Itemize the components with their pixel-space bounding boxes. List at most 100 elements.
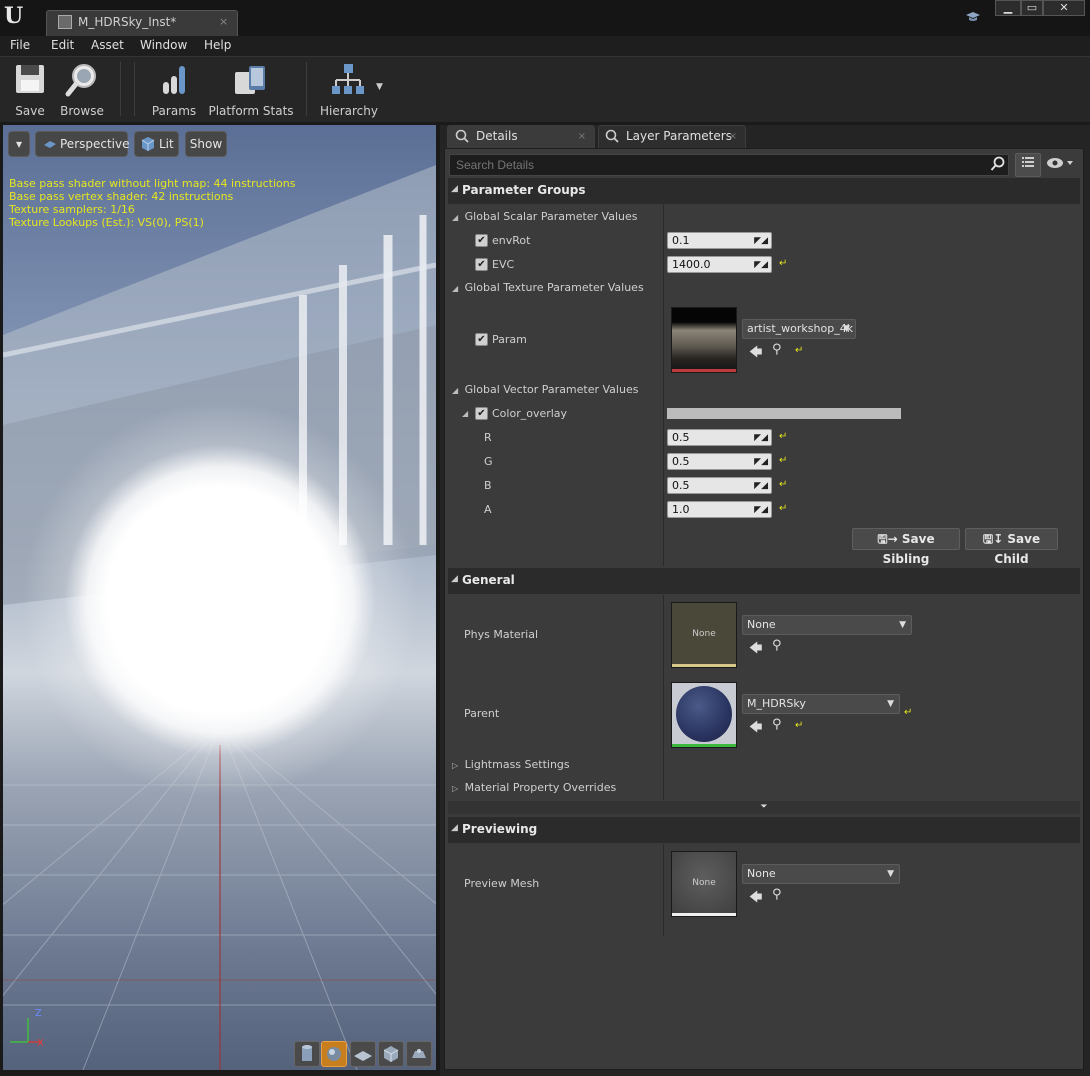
details-magnifier-icon [455, 129, 469, 150]
phys-material-label: Phys Material [464, 628, 539, 641]
sphere-icon [327, 1047, 341, 1061]
tab-layer-parameters[interactable]: Layer Parameters × [598, 125, 746, 148]
unreal-logo-icon[interactable]: U [4, 4, 26, 28]
preview-cylinder-button[interactable] [294, 1041, 320, 1067]
platform-stats-button[interactable]: Platform Stats [208, 60, 294, 118]
material-property-overrides-row[interactable]: ▷ Material Property Overrides [452, 781, 616, 794]
scalar-group-row[interactable]: ◢ Global Scalar Parameter Values [452, 210, 638, 223]
env-rot-value-field[interactable]: 0.1 ◤◢ [667, 232, 772, 249]
preview-thumb-bar [672, 913, 736, 916]
evc-value-field[interactable]: 1400.0 ◤◢ [667, 256, 772, 273]
collapsed-arrow-icon: ▷ [452, 784, 459, 793]
g-reset-icon[interactable]: ↵ [779, 455, 787, 466]
save-sibling-button[interactable]: 🖫→ Save Sibling [852, 528, 960, 566]
parent-dropdown[interactable]: M_HDRSky ▼ [742, 694, 900, 714]
save-child-button[interactable]: 🖫↧ Save Child [965, 528, 1058, 566]
b-value-field[interactable]: 0.5 ◤◢ [667, 477, 772, 494]
magnifier-icon [64, 62, 100, 101]
document-tab-close-icon[interactable]: × [219, 15, 228, 28]
axis-x-label: X [37, 1038, 44, 1049]
texture-thumb-bar [672, 369, 736, 372]
eye-icon [1047, 158, 1073, 168]
preview-sphere-button[interactable] [321, 1041, 347, 1067]
collapsed-arrow-icon: ▷ [452, 761, 459, 770]
menu-help[interactable]: Help [204, 38, 231, 52]
browse-texture-icon[interactable]: ⚲ [772, 342, 782, 357]
evc-reset-icon[interactable]: ↵ [779, 258, 787, 269]
r-reset-icon[interactable]: ↵ [779, 431, 787, 442]
preview-mesh-thumbnail[interactable]: None [671, 851, 737, 917]
browse-button[interactable]: Browse [58, 60, 106, 118]
view-options-eye-button[interactable] [1046, 156, 1076, 173]
parent-reset-icon[interactable]: ↵ [904, 707, 912, 718]
drag-handle-icon: ◤◢ [754, 236, 768, 246]
preview-custom-mesh-button[interactable] [406, 1041, 432, 1067]
texture-thumbnail[interactable] [671, 307, 737, 373]
maximize-button[interactable]: ▭ [1021, 0, 1043, 16]
advanced-expander-button[interactable]: ⏷ [448, 801, 1080, 814]
parameter-groups-header[interactable]: ◢ Parameter Groups [448, 178, 1080, 204]
b-reset-icon[interactable]: ↵ [779, 479, 787, 490]
menu-file[interactable]: File [10, 38, 30, 52]
browse-preview-mesh-icon[interactable]: ⚲ [772, 887, 782, 902]
minimize-button[interactable]: ▁ [995, 0, 1021, 16]
use-selected-arrow-icon[interactable]: 🡄 [749, 343, 762, 365]
hierarchy-button[interactable]: Hierarchy [318, 60, 380, 118]
close-window-button[interactable]: ✕ [1043, 0, 1085, 16]
phys-material-thumbnail[interactable]: None [671, 602, 737, 668]
color-overlay-expand-icon[interactable]: ◢ [462, 409, 468, 418]
r-value-field[interactable]: 0.5 ◤◢ [667, 429, 772, 446]
tab-details[interactable]: Details × [447, 125, 595, 148]
preview-mesh-dropdown[interactable]: None ▼ [742, 864, 900, 884]
preview-cube-button[interactable] [378, 1041, 404, 1067]
property-matrix-button[interactable] [1015, 153, 1041, 177]
viewport-options-button[interactable]: ▾ [8, 131, 30, 157]
params-button[interactable]: Params [150, 60, 198, 118]
browse-phys-material-icon[interactable]: ⚲ [772, 638, 782, 653]
preview-plane-button[interactable] [350, 1041, 376, 1067]
menu-edit[interactable]: Edit [51, 38, 74, 52]
parent-thumbnail[interactable] [671, 682, 737, 748]
cylinder-icon [302, 1045, 312, 1061]
vector-group-row[interactable]: ◢ Global Vector Parameter Values [452, 383, 638, 396]
lightmass-settings-row[interactable]: ▷ Lightmass Settings [452, 758, 570, 771]
previewing-header[interactable]: ◢ Previewing [448, 817, 1080, 843]
save-child-icon: 🖫↧ [982, 532, 1004, 546]
hierarchy-dropdown-icon[interactable]: ▼ [376, 82, 383, 92]
column-divider [663, 178, 664, 566]
param-reset-icon[interactable]: ↵ [795, 345, 803, 356]
color-overlay-checkbox[interactable]: ✔ [475, 407, 488, 420]
use-selected-arrow-icon[interactable]: 🡄 [749, 888, 762, 910]
perspective-button[interactable]: Perspective [35, 131, 130, 157]
details-tab-close-icon[interactable]: × [578, 126, 586, 147]
show-button[interactable]: Show [185, 131, 227, 157]
param-texture-dropdown[interactable]: artist_workshop_4k ▼ [742, 319, 856, 339]
search-details-input[interactable] [449, 154, 1009, 176]
a-reset-icon[interactable]: ↵ [779, 503, 787, 514]
parent-thumb-reset-icon[interactable]: ↵ [795, 720, 803, 731]
plane-icon [354, 1051, 372, 1061]
menu-window[interactable]: Window [140, 38, 187, 52]
evc-checkbox[interactable]: ✔ [475, 258, 488, 271]
save-button[interactable]: Save [8, 60, 52, 118]
a-value-field[interactable]: 1.0 ◤◢ [667, 501, 772, 518]
parent-label: Parent [464, 707, 500, 720]
params-bars-icon [157, 62, 191, 99]
browse-parent-icon[interactable]: ⚲ [772, 717, 782, 732]
layer-tab-close-icon[interactable]: × [729, 126, 737, 147]
texture-group-row[interactable]: ◢ Global Texture Parameter Values [452, 281, 644, 294]
tutorial-cap-icon[interactable] [965, 10, 981, 24]
expand-arrow-icon: ◢ [452, 213, 459, 222]
drag-handle-icon: ◤◢ [754, 433, 768, 443]
use-selected-arrow-icon[interactable]: 🡄 [749, 718, 762, 740]
env-rot-checkbox[interactable]: ✔ [475, 234, 488, 247]
menu-asset[interactable]: Asset [91, 38, 124, 52]
phys-material-dropdown[interactable]: None ▼ [742, 615, 912, 635]
color-overlay-swatch[interactable] [667, 408, 901, 419]
use-selected-arrow-icon[interactable]: 🡄 [749, 639, 762, 661]
general-header[interactable]: ◢ General [448, 568, 1080, 594]
param-checkbox[interactable]: ✔ [475, 333, 488, 346]
g-value-field[interactable]: 0.5 ◤◢ [667, 453, 772, 470]
stat-line: Texture Lookups (Est.): VS(0), PS(1) [9, 216, 204, 229]
lit-button[interactable]: Lit [134, 131, 179, 157]
